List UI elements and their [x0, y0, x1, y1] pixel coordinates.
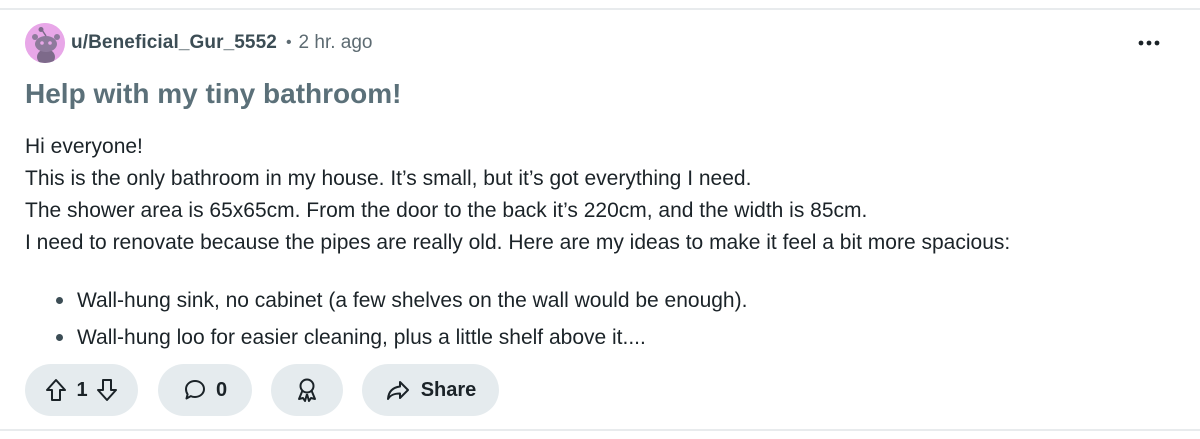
- meta-separator: •: [285, 34, 292, 51]
- bottom-divider: [0, 429, 1200, 431]
- vote-count: 1: [76, 378, 88, 401]
- top-divider: [0, 8, 1200, 10]
- body-line: I need to renovate because the pipes are…: [25, 231, 1011, 254]
- post-timestamp: 2 hr. ago: [298, 32, 373, 53]
- share-button[interactable]: Share: [362, 364, 499, 416]
- post-body: Hi everyone! This is the only bathroom i…: [25, 131, 1010, 259]
- award-button[interactable]: [271, 364, 343, 416]
- upvote-arrow-icon[interactable]: [45, 378, 67, 402]
- body-line: Hi everyone!: [25, 135, 143, 158]
- post-bullet-list: Wall-hung sink, no cabinet (a few shelve…: [56, 282, 747, 356]
- more-dots-icon: [1138, 40, 1160, 46]
- share-arrow-icon: [386, 381, 409, 400]
- post-card: u/Beneficial_Gur_5552 • 2 hr. ago Help w…: [0, 0, 1200, 439]
- body-line: The shower area is 65x65cm. From the doo…: [25, 199, 868, 222]
- post-header: u/Beneficial_Gur_5552 • 2 hr. ago: [25, 22, 373, 64]
- comment-bubble-icon: [184, 380, 205, 400]
- comment-count: 0: [215, 378, 228, 401]
- bullet-item: Wall-hung loo for easier cleaning, plus …: [56, 319, 747, 356]
- vote-control: 1: [25, 364, 138, 416]
- award-ribbon-icon: [298, 378, 316, 402]
- post-title[interactable]: Help with my tiny bathroom!: [25, 78, 401, 110]
- share-label: Share: [420, 378, 477, 401]
- snoo-avatar-icon: [25, 23, 65, 63]
- body-line: This is the only bathroom in my house. I…: [25, 167, 752, 190]
- more-options-button[interactable]: [1132, 30, 1166, 56]
- bullet-item: Wall-hung sink, no cabinet (a few shelve…: [56, 282, 747, 319]
- downvote-arrow-icon[interactable]: [96, 378, 118, 402]
- avatar[interactable]: [25, 23, 65, 63]
- author-username[interactable]: u/Beneficial_Gur_5552: [71, 32, 277, 54]
- comments-button[interactable]: 0: [158, 364, 252, 416]
